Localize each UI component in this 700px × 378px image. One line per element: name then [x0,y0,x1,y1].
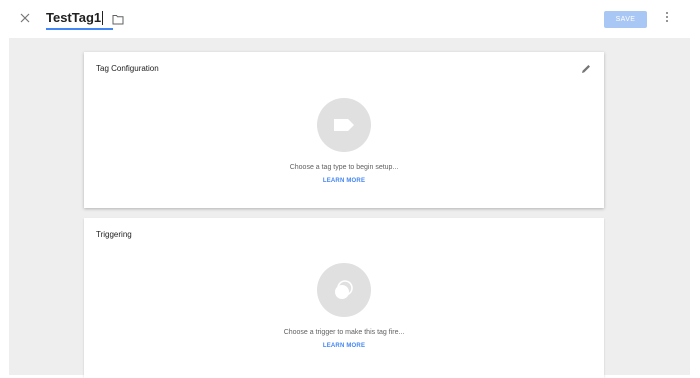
trigger-picker[interactable] [317,263,371,317]
tag-configuration-title: Tag Configuration [96,64,159,73]
save-button[interactable]: SAVE [604,11,647,28]
close-icon[interactable] [18,11,32,25]
tag-name-value[interactable]: TestTag1 [46,10,101,25]
tag-type-picker[interactable] [317,98,371,152]
tag-name-field[interactable]: TestTag1 [46,8,114,30]
text-caret [102,10,104,25]
folder-icon[interactable] [112,12,124,25]
triggering-learn-more-link[interactable]: LEARN MORE [84,343,604,349]
tag-configuration-learn-more-link[interactable]: LEARN MORE [84,178,604,184]
more-vert-icon[interactable] [664,12,670,26]
trigger-icon [335,280,353,299]
tag-configuration-hint: Choose a tag type to begin setup... [289,164,399,171]
top-bar: TestTag1 SAVE [0,0,700,38]
edit-icon[interactable] [580,62,592,74]
triggering-card[interactable]: Triggering Choose a trigger to make this… [84,218,604,378]
tag-icon [334,119,354,131]
triggering-hint: Choose a trigger to make this tag fire..… [283,329,405,336]
main-content: Tag Configuration Choose a tag type to b… [9,38,690,378]
tag-configuration-card[interactable]: Tag Configuration Choose a tag type to b… [84,52,604,208]
triggering-title: Triggering [96,230,132,239]
